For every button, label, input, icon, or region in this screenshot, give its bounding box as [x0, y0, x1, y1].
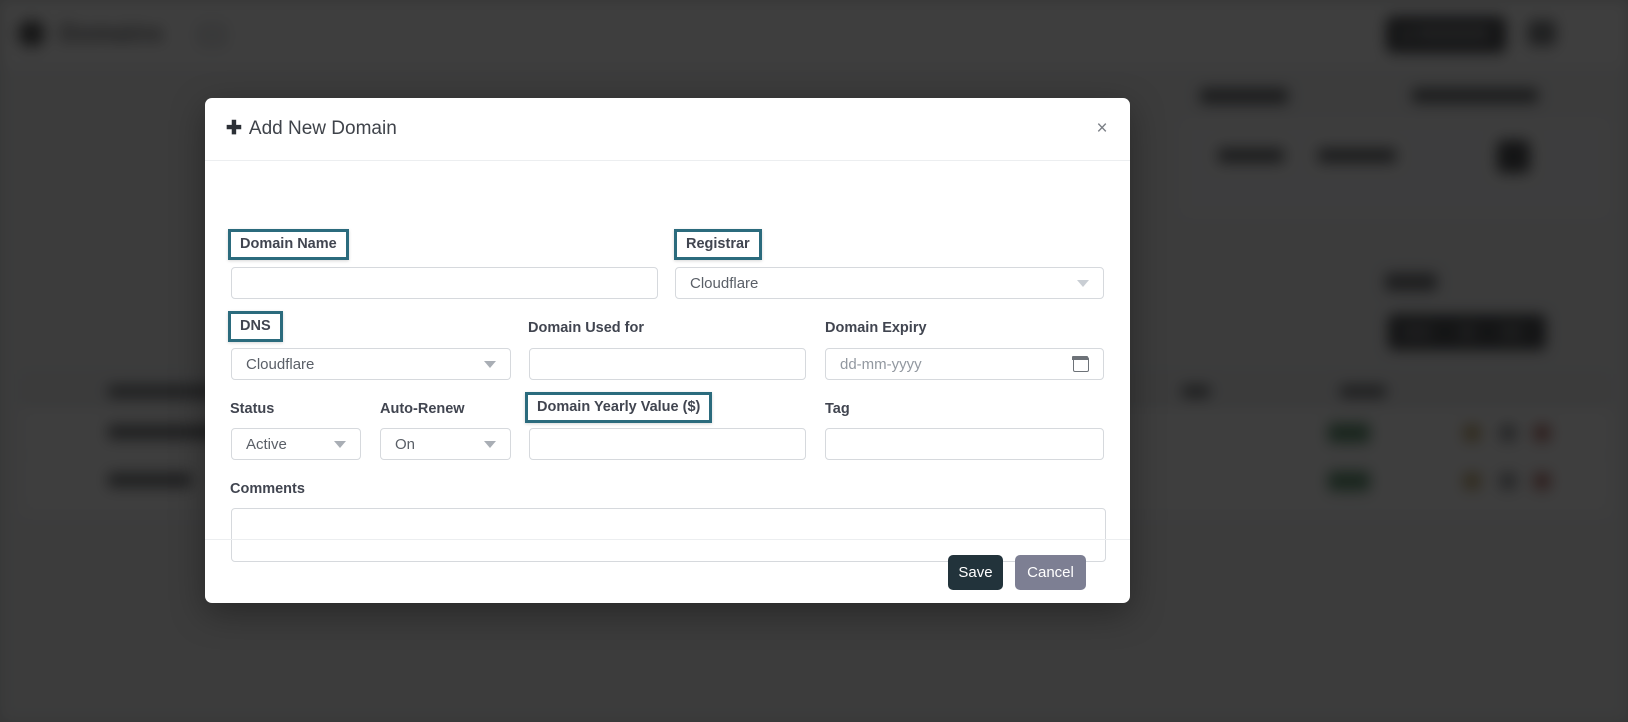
modal-header: ✚ Add New Domain × — [205, 98, 1130, 161]
close-icon[interactable]: × — [1091, 118, 1113, 140]
domain-used-for-label: Domain Used for — [528, 320, 645, 336]
status-select[interactable]: Active — [231, 428, 361, 460]
auto-renew-value: On — [395, 435, 416, 453]
status-value: Active — [246, 435, 287, 453]
domain-name-input[interactable] — [231, 267, 658, 299]
auto-renew-label: Auto-Renew — [380, 401, 465, 417]
auto-renew-select[interactable]: On — [380, 428, 511, 460]
cancel-button[interactable]: Cancel — [1015, 555, 1086, 590]
modal-title-text: Add New Domain — [248, 118, 397, 139]
registrar-value: Cloudflare — [690, 274, 759, 292]
chevron-down-icon — [1077, 279, 1089, 287]
dns-select[interactable]: Cloudflare — [231, 348, 511, 380]
domain-yearly-value-label: Domain Yearly Value ($) — [525, 392, 713, 423]
tag-input[interactable] — [825, 428, 1104, 460]
comments-label: Comments — [230, 481, 305, 497]
plus-icon: ✚ — [226, 118, 242, 139]
add-new-domain-modal: ✚ Add New Domain × Domain Name Registrar … — [205, 98, 1130, 603]
modal-body: Domain Name Registrar Cloudflare DNS Clo… — [205, 161, 1130, 562]
registrar-label: Registrar — [674, 229, 762, 260]
registrar-select[interactable]: Cloudflare — [675, 267, 1104, 299]
status-label: Status — [230, 401, 275, 417]
tag-label: Tag — [825, 401, 850, 417]
screen: Domains ✚ Add New Domain × Domain Name R… — [0, 0, 1628, 722]
dns-label: DNS — [228, 311, 283, 342]
modal-title: ✚ Add New Domain — [226, 117, 397, 140]
chevron-down-icon — [484, 440, 496, 448]
dns-value: Cloudflare — [246, 355, 315, 373]
calendar-icon[interactable] — [1072, 356, 1089, 372]
domain-name-label: Domain Name — [228, 229, 349, 260]
chevron-down-icon — [484, 360, 496, 368]
modal-footer: Save Cancel — [205, 539, 1130, 603]
domain-expiry-input[interactable] — [825, 348, 1104, 380]
chevron-down-icon — [334, 440, 346, 448]
domain-yearly-value-input[interactable] — [529, 428, 806, 460]
save-button[interactable]: Save — [948, 555, 1003, 590]
domain-used-for-input[interactable] — [529, 348, 806, 380]
domain-expiry-label: Domain Expiry — [825, 320, 927, 336]
